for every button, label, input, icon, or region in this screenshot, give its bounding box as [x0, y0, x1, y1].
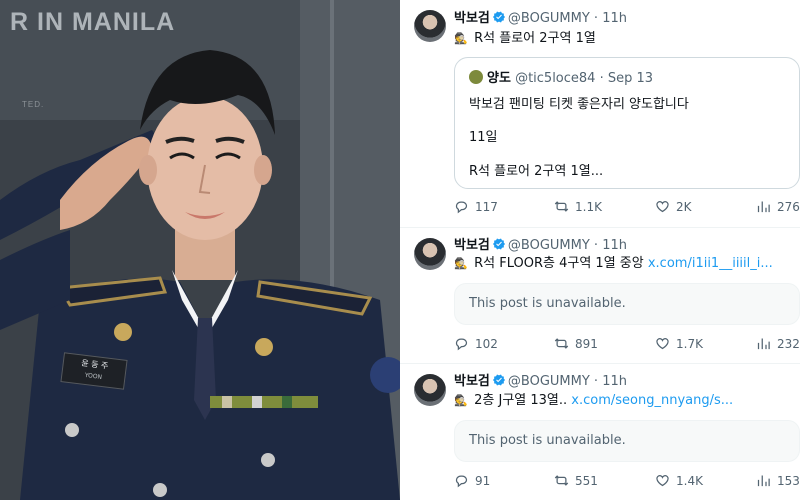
selfie-photo: R IN MANILA TED. 윤 동 주 YOON: [0, 0, 400, 500]
like-icon: [656, 338, 669, 350]
tweet-text-content: 2층 J구열 13열..: [474, 393, 572, 408]
author-handle[interactable]: @BOGUMMY: [508, 238, 590, 253]
tweet-3[interactable]: 박보검 @BOGUMMY · 11h 🕵 2층 J구열 13열.. x.com/s…: [400, 364, 800, 500]
tweet-1[interactable]: 박보검 @BOGUMMY · 11h 🕵 R석 플로어 2구역 1열 양도 @ti…: [400, 0, 800, 228]
like-icon: [656, 201, 669, 213]
like-button[interactable]: 1.4K: [655, 473, 703, 488]
like-count: 1.4K: [676, 473, 703, 488]
reply-button[interactable]: 117: [454, 199, 498, 214]
verified-badge-icon: [492, 238, 505, 250]
reply-button[interactable]: 91: [454, 473, 490, 488]
unavailable-post: This post is unavailable.: [454, 420, 800, 462]
separator-dot: ·: [593, 11, 599, 26]
tweet-text-content: R석 FLOOR층 4구역 1열 중앙: [474, 256, 648, 271]
tweet-text: 🕵 2층 J구열 13열.. x.com/seong_nnyang/s...: [454, 392, 733, 410]
repost-button[interactable]: 551: [554, 473, 598, 488]
spy-emoji-icon: 🕵: [454, 32, 468, 45]
banner-text: R IN MANILA: [10, 8, 176, 36]
like-count: 2K: [676, 199, 692, 214]
reply-count: 117: [475, 199, 498, 214]
reply-icon: [455, 475, 468, 488]
reply-icon: [455, 338, 468, 351]
tweet-link[interactable]: x.com/seong_nnyang/s...: [571, 393, 733, 408]
repost-button[interactable]: 891: [554, 336, 598, 351]
reply-button[interactable]: 102: [454, 336, 498, 351]
author-handle[interactable]: @BOGUMMY: [508, 11, 590, 26]
repost-count: 891: [575, 336, 598, 351]
tweet-actions: 102 891 1.7K 232K: [454, 336, 800, 356]
views-count: 153K: [777, 473, 800, 488]
tweet-actions: 91 551 1.4K 153K: [454, 473, 800, 493]
tweet-text: 🕵 R석 FLOOR층 4구역 1열 중앙 x.com/i1ii1__iiiil…: [454, 255, 773, 273]
tweet-link[interactable]: x.com/i1ii1__iiiil_i...: [648, 256, 773, 271]
avatar[interactable]: [414, 238, 446, 270]
tweet-text: 🕵 R석 플로어 2구역 1열: [454, 30, 596, 48]
verified-badge-icon: [492, 11, 505, 23]
views-count: 276K: [777, 199, 800, 214]
tweet-text-content: R석 플로어 2구역 1열: [474, 31, 596, 46]
timestamp[interactable]: 11h: [602, 11, 627, 26]
unavailable-post: This post is unavailable.: [454, 283, 800, 325]
like-button[interactable]: 2K: [655, 199, 692, 214]
like-icon: [656, 475, 669, 487]
quote-author-handle: @tic5loce84: [515, 71, 596, 86]
separator-dot: ·: [593, 238, 599, 253]
verified-badge-icon: [492, 374, 505, 386]
author-name[interactable]: 박보검: [454, 238, 490, 253]
photo-illustration: [0, 0, 400, 500]
quote-header: 양도 @tic5loce84 · Sep 13: [469, 67, 653, 86]
banner-small-text: TED.: [22, 100, 45, 109]
views-icon: [757, 201, 770, 213]
like-count: 1.7K: [676, 336, 703, 351]
quote-line: 박보검 팬미팅 티켓 좋은자리 양도합니다: [469, 97, 689, 112]
author-handle[interactable]: @BOGUMMY: [508, 374, 590, 389]
unavailable-text: This post is unavailable.: [469, 296, 626, 311]
timestamp[interactable]: 11h: [602, 238, 627, 253]
tweet-2[interactable]: 박보검 @BOGUMMY · 11h 🕵 R석 FLOOR층 4구역 1열 중앙 …: [400, 228, 800, 364]
repost-icon: [554, 338, 569, 349]
quote-line: 11일: [469, 130, 498, 145]
tweet-actions: 117 1.1K 2K 276K: [454, 199, 800, 219]
views-button[interactable]: 276K: [756, 199, 800, 214]
timestamp[interactable]: 11h: [602, 374, 627, 389]
separator-dot: ·: [593, 374, 599, 389]
views-button[interactable]: 153K: [756, 473, 800, 488]
quoted-tweet[interactable]: 양도 @tic5loce84 · Sep 13 박보검 팬미팅 티켓 좋은자리 …: [454, 57, 800, 189]
quote-timestamp: Sep 13: [607, 71, 654, 86]
views-icon: [757, 338, 770, 350]
reply-count: 91: [475, 473, 491, 488]
repost-icon: [554, 475, 569, 486]
avatar[interactable]: [414, 374, 446, 406]
quote-author-name: 양도: [487, 71, 511, 86]
spy-emoji-icon: 🕵: [454, 394, 468, 407]
repost-count: 551: [575, 473, 598, 488]
reply-count: 102: [475, 336, 498, 351]
views-button[interactable]: 232K: [756, 336, 800, 351]
reply-icon: [455, 201, 468, 214]
views-icon: [757, 475, 770, 487]
views-count: 232K: [777, 336, 800, 351]
author-name[interactable]: 박보검: [454, 11, 490, 26]
spy-emoji-icon: 🕵: [454, 257, 468, 270]
unavailable-text: This post is unavailable.: [469, 433, 626, 448]
tweet-header: 박보검 @BOGUMMY · 11h: [454, 237, 627, 255]
like-button[interactable]: 1.7K: [655, 336, 703, 351]
tweet-header: 박보검 @BOGUMMY · 11h: [454, 10, 627, 28]
author-name[interactable]: 박보검: [454, 374, 490, 389]
repost-icon: [554, 201, 569, 212]
quote-line: R석 플로어 2구역 1열...: [469, 164, 604, 179]
avatar[interactable]: [414, 10, 446, 42]
repost-count: 1.1K: [575, 199, 602, 214]
quote-avatar: [469, 70, 483, 84]
tweet-feed[interactable]: 박보검 @BOGUMMY · 11h 🕵 R석 플로어 2구역 1열 양도 @ti…: [400, 0, 800, 500]
quote-separator-dot: ·: [599, 71, 604, 86]
tweet-header: 박보검 @BOGUMMY · 11h: [454, 373, 627, 391]
repost-button[interactable]: 1.1K: [554, 199, 602, 214]
